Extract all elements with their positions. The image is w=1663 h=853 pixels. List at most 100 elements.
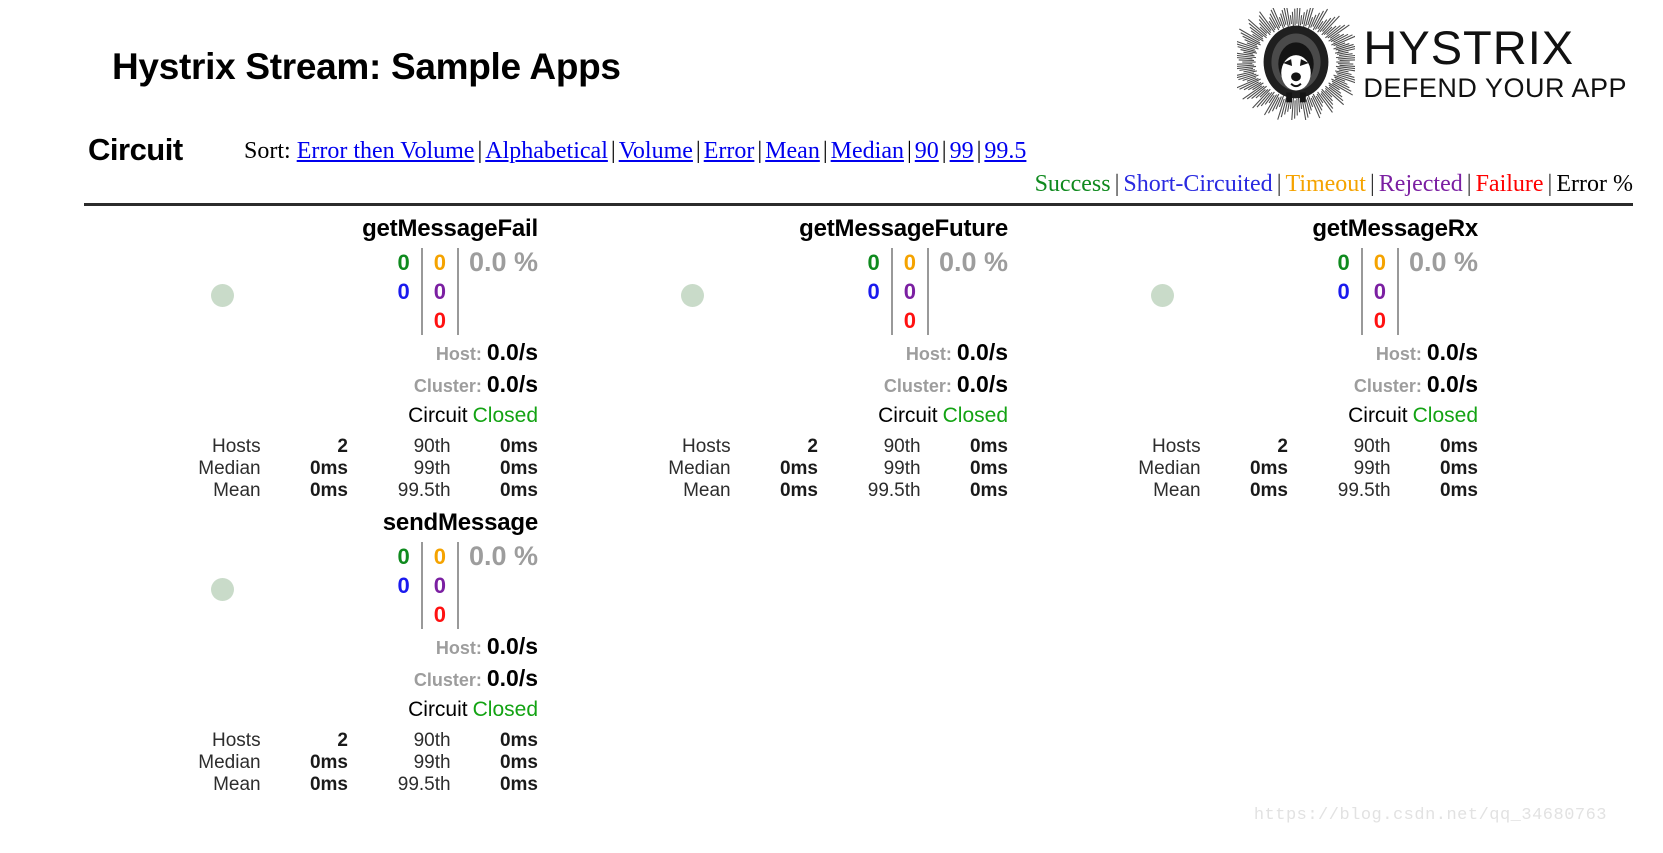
stat-label-p90: 90th bbox=[883, 435, 921, 457]
legend-item-success: Success bbox=[1034, 171, 1111, 197]
sort-separator: | bbox=[477, 138, 483, 164]
cluster-rate-row: Cluster: 0.0/s bbox=[628, 369, 1008, 399]
legend-item-rejected: Rejected bbox=[1378, 171, 1463, 197]
legend-separator: | bbox=[1466, 171, 1472, 197]
host-rate-value: 0.0/s bbox=[486, 633, 538, 659]
sort-link-99-5[interactable]: 99.5 bbox=[984, 138, 1026, 164]
sort-link-error[interactable]: Error bbox=[704, 138, 755, 164]
error-percentage: 0.0 % bbox=[468, 247, 538, 277]
stat-value-p90: 0ms bbox=[969, 435, 1008, 457]
table-row: Hosts 2 90th 0ms bbox=[158, 436, 538, 458]
counter-failure: 0 bbox=[433, 602, 446, 627]
counter-failure: 0 bbox=[433, 308, 446, 333]
legend-item-error-: Error % bbox=[1556, 171, 1633, 197]
circuit-card-sendMessage[interactable]: sendMessage0000000.0 %Host:0.0/sCluster:… bbox=[84, 504, 554, 798]
circuit-status-row: Circuit Closed bbox=[158, 404, 538, 428]
sort-separator: | bbox=[906, 138, 912, 164]
page-header: Hystrix Stream: Sample Apps HYSTRIX DEFE… bbox=[0, 0, 1663, 126]
stat-label-p99: 99th bbox=[1353, 457, 1391, 479]
counter-rejected: 0 bbox=[433, 279, 446, 304]
stat-value-mean: 0ms bbox=[309, 479, 348, 501]
error-percentage: 0.0 % bbox=[468, 541, 538, 571]
legend-separator: | bbox=[1114, 171, 1120, 197]
counter-success: 0 bbox=[1337, 250, 1350, 275]
table-row: Mean 0ms 99.5th 0ms bbox=[628, 480, 1008, 502]
stat-value-p995: 0ms bbox=[969, 479, 1008, 501]
counter-rejected: 0 bbox=[903, 279, 916, 304]
stat-label-p99: 99th bbox=[413, 457, 451, 479]
cluster-rate-label: Cluster: bbox=[413, 376, 482, 397]
counter-group: 0000000.0 % bbox=[158, 541, 538, 629]
counter-success: 0 bbox=[397, 250, 410, 275]
stat-value-hosts: 2 bbox=[1277, 435, 1288, 457]
host-rate-label: Host: bbox=[435, 344, 482, 364]
sort-link-error-then-volume[interactable]: Error then Volume bbox=[297, 138, 475, 164]
sort-separator: | bbox=[941, 138, 947, 164]
host-rate-value: 0.0/s bbox=[486, 339, 538, 365]
sort-link-90[interactable]: 90 bbox=[915, 138, 939, 164]
circuit-status-label: Circuit bbox=[408, 403, 468, 427]
logo-wordmark: HYSTRIX bbox=[1363, 21, 1575, 74]
table-row: Median 0ms 99th 0ms bbox=[158, 752, 538, 774]
sort-link-volume[interactable]: Volume bbox=[619, 138, 693, 164]
sort-link-median[interactable]: Median bbox=[831, 138, 904, 164]
circuit-status-label: Circuit bbox=[1348, 403, 1408, 427]
error-percentage: 0.0 % bbox=[1408, 247, 1478, 277]
legend-separator: | bbox=[1276, 171, 1282, 197]
stat-label-mean: Mean bbox=[683, 479, 731, 501]
sort-controls: Sort: Error then Volume | Alphabetical | Vol… bbox=[244, 138, 1026, 165]
stat-value-mean: 0ms bbox=[779, 479, 818, 501]
sort-link-99[interactable]: 99 bbox=[950, 138, 974, 164]
stat-value-p99: 0ms bbox=[1439, 457, 1478, 479]
counter-success: 0 bbox=[397, 544, 410, 569]
circuit-heading: Circuit bbox=[88, 132, 183, 167]
counter-timeout: 0 bbox=[433, 250, 446, 275]
sort-link-mean[interactable]: Mean bbox=[765, 138, 820, 164]
cluster-rate-value: 0.0/s bbox=[486, 665, 538, 692]
stat-label-hosts: Hosts bbox=[212, 729, 261, 751]
host-rate-value: 0.0/s bbox=[1426, 339, 1478, 365]
stat-label-p995: 99.5th bbox=[1337, 479, 1391, 501]
legend-separator: | bbox=[1547, 171, 1553, 197]
metrics-legend: Success | Short-Circuited | Timeout | Rejected… bbox=[1035, 171, 1633, 198]
stat-label-p995: 99.5th bbox=[397, 479, 451, 501]
circuit-card-getMessageRx[interactable]: getMessageRx0000000.0 %Host:0.0/sCluster… bbox=[1024, 210, 1494, 504]
circuit-card-getMessageFail[interactable]: getMessageFail0000000.0 %Host:0.0/sClust… bbox=[84, 210, 554, 504]
table-row: Hosts 2 90th 0ms bbox=[628, 436, 1008, 458]
cluster-rate-label: Cluster: bbox=[413, 670, 482, 691]
circuit-name: getMessageFuture bbox=[799, 215, 1008, 242]
counter-short-circuited: 0 bbox=[397, 279, 410, 304]
stat-value-p90: 0ms bbox=[499, 729, 538, 751]
host-rate-label: Host: bbox=[435, 638, 482, 658]
stat-label-median: Median bbox=[1138, 457, 1201, 479]
sort-link-alphabetical[interactable]: Alphabetical bbox=[485, 138, 608, 164]
counter-group: 0000000.0 % bbox=[628, 247, 1008, 335]
table-row: Median 0ms 99th 0ms bbox=[628, 458, 1008, 480]
watermark-text: https://blog.csdn.net/qq_34680763 bbox=[1253, 806, 1607, 825]
legend-item-short-circuited: Short-Circuited bbox=[1123, 171, 1273, 197]
counter-rejected: 0 bbox=[433, 573, 446, 598]
cluster-rate-row: Cluster: 0.0/s bbox=[1098, 369, 1478, 399]
table-row: Median 0ms 99th 0ms bbox=[158, 458, 538, 480]
circuit-status-label: Circuit bbox=[408, 697, 468, 721]
host-rate-row: Host: 0.0/s bbox=[1098, 337, 1478, 367]
counter-timeout: 0 bbox=[903, 250, 916, 275]
cluster-rate-value: 0.0/s bbox=[956, 371, 1008, 398]
stat-label-hosts: Hosts bbox=[212, 435, 261, 457]
stat-label-p90: 90th bbox=[413, 435, 451, 457]
stat-value-hosts: 2 bbox=[337, 729, 348, 751]
hystrix-porcupine-icon bbox=[1237, 8, 1356, 120]
stat-value-hosts: 2 bbox=[807, 435, 818, 457]
counter-short-circuited: 0 bbox=[1337, 279, 1350, 304]
counter-timeout: 0 bbox=[433, 544, 446, 569]
host-rate-label: Host: bbox=[1375, 344, 1422, 364]
hystrix-logo: HYSTRIX DEFEND YOUR APP bbox=[1237, 8, 1627, 120]
host-rate-row: Host: 0.0/s bbox=[628, 337, 1008, 367]
stat-value-mean: 0ms bbox=[1249, 479, 1288, 501]
counter-group: 0000000.0 % bbox=[158, 247, 538, 335]
logo-tagline: DEFEND YOUR APP bbox=[1363, 72, 1627, 103]
circuit-card-getMessageFuture[interactable]: getMessageFuture 0000000.0 %Host:0.0/sClu… bbox=[554, 210, 1024, 504]
sort-separator: | bbox=[757, 138, 763, 164]
stat-value-median: 0ms bbox=[1249, 457, 1288, 479]
table-row: Mean 0ms 99.5th 0ms bbox=[158, 774, 538, 796]
